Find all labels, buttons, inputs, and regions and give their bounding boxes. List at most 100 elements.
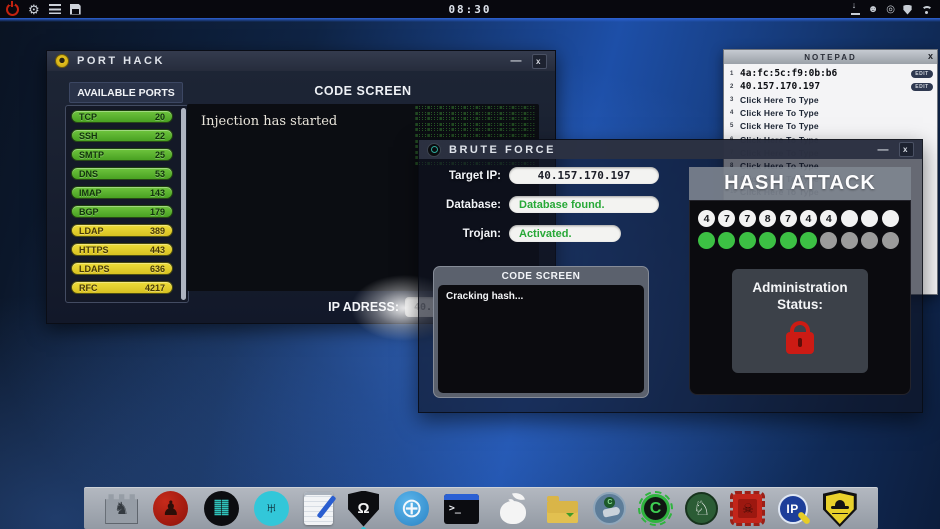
brute-force-fields: Target IP:40.157.170.197Database:Databas… [419, 164, 719, 251]
code-screen-label: CODE SCREEN [187, 84, 539, 98]
hash-digit: 7 [739, 210, 756, 227]
brute-force-app-icon [427, 143, 441, 157]
hash-progress-dot [841, 232, 858, 249]
hash-progress-dot [800, 232, 817, 249]
edit-button[interactable]: EDIT [911, 70, 933, 78]
code-screen-text: Injection has started [201, 114, 337, 129]
notepad-row[interactable]: 3Click Here To Type [730, 93, 933, 106]
castle-app-icon[interactable] [105, 493, 138, 524]
apple-app-icon[interactable] [495, 490, 532, 527]
port-pill-ldaps[interactable]: LDAPS636 [71, 262, 173, 275]
system-top-bar: ⚙ 08:30 ☻ ◎ [0, 0, 940, 18]
port-hack-title-bar[interactable]: PORT HACK — x [47, 51, 555, 71]
edit-button[interactable]: EDIT [911, 83, 933, 91]
wifi-icon[interactable] [920, 5, 932, 15]
hash-attack-body: 4778744 Administration Status: [689, 200, 911, 395]
field-value: Database found. [509, 196, 659, 213]
hash-progress-dot [882, 232, 899, 249]
status-circle-icon[interactable]: ◎ [886, 5, 895, 15]
port-hack-minimize-button[interactable]: — [511, 55, 525, 67]
notepad-row[interactable]: 14a:fc:5c:f9:0b:b6EDIT [730, 67, 933, 80]
notepad-title: NOTEPAD [724, 53, 937, 62]
hash-progress-dot [780, 232, 797, 249]
field-value: Activated. [509, 225, 621, 242]
notepad-row[interactable]: 4Click Here To Type [730, 107, 933, 120]
malware-chip-app-icon[interactable] [733, 494, 762, 523]
available-ports-header: AVAILABLE PORTS [69, 82, 183, 103]
hash-digit [861, 210, 878, 227]
crypto-app-icon[interactable] [641, 494, 670, 523]
hash-attack-panel: HASH ATTACK 4778744 Administration Statu… [689, 167, 911, 395]
notepad-row[interactable]: 5Click Here To Type [730, 120, 933, 133]
user-icon[interactable]: ☻ [868, 5, 879, 15]
hash-progress-dot [820, 232, 837, 249]
wallpaper-highlight [0, 18, 940, 22]
red-figure-app-icon[interactable] [153, 491, 188, 526]
notes-app-icon[interactable] [304, 492, 333, 525]
brute-force-close-button[interactable]: x [899, 142, 914, 157]
notepad-row[interactable]: 240.157.170.197EDIT [730, 80, 933, 93]
hash-digit: 7 [718, 210, 735, 227]
port-pill-smtp[interactable]: SMTP25 [71, 148, 173, 161]
field-value: 40.157.170.197 [509, 167, 659, 184]
code-screen: Cracking hash... [438, 285, 644, 393]
hash-progress-dot [718, 232, 735, 249]
hash-progress-dot [739, 232, 756, 249]
shield-icon[interactable] [903, 5, 912, 15]
field-label: Target IP: [341, 170, 501, 182]
brute-force-minimize-button[interactable]: — [878, 144, 892, 156]
brute-force-title-bar[interactable]: BRUTE FORCE — x [419, 140, 922, 159]
brute-force-title: BRUTE FORCE [449, 144, 556, 156]
hash-digit [841, 210, 858, 227]
hash-progress-dot [861, 232, 878, 249]
owl-shield-app-icon[interactable] [348, 491, 379, 527]
port-pill-imap[interactable]: IMAP143 [71, 186, 173, 199]
ports-scrollbar[interactable] [181, 108, 186, 300]
hash-digit: 7 [780, 210, 797, 227]
port-pill-tcp[interactable]: TCP20 [71, 110, 173, 123]
ports-list: TCP20 SSH22 SMTP25 DNS53 IMAP143 BGP179 LDAP38… [65, 105, 189, 303]
port-pill-dns[interactable]: DNS53 [71, 167, 173, 180]
field-label: Trojan: [341, 228, 501, 240]
admin-status-box: Administration Status: [732, 269, 868, 373]
hash-digit: 4 [800, 210, 817, 227]
brute-force-code-panel: CODE SCREEN Cracking hash... [433, 266, 649, 398]
signal-app-icon[interactable] [254, 491, 289, 526]
files-app-icon[interactable] [547, 501, 578, 523]
field-label: Database: [341, 199, 501, 211]
download-icon[interactable] [851, 4, 860, 15]
hash-progress-dot [698, 232, 715, 249]
trojan-app-icon[interactable] [685, 492, 718, 525]
port-pill-ldap[interactable]: LDAP389 [71, 224, 173, 237]
terminal-app-icon[interactable] [444, 494, 479, 524]
code-screen-label: CODE SCREEN [436, 269, 646, 284]
port-pill-bgp[interactable]: BGP179 [71, 205, 173, 218]
ip-address-label: IP ADRESS: [328, 300, 399, 314]
coin-hand-app-icon[interactable] [593, 492, 626, 525]
hash-digit [882, 210, 899, 227]
hacker-shield-app-icon[interactable] [823, 490, 857, 527]
admin-status-label: Administration Status: [752, 280, 847, 312]
notepad-close-button[interactable]: x [928, 51, 933, 61]
dock [84, 487, 878, 529]
port-pill-https[interactable]: HTTPS443 [71, 243, 173, 256]
hash-digit: 8 [759, 210, 776, 227]
brute-force-window: BRUTE FORCE — x Target IP:40.157.170.197… [418, 139, 923, 413]
port-pill-ssh[interactable]: SSH22 [71, 129, 173, 142]
hash-progress-dot [759, 232, 776, 249]
port-hack-close-button[interactable]: x [532, 54, 547, 69]
notepad-title-bar[interactable]: NOTEPAD x [724, 50, 937, 64]
hash-progress-row [698, 232, 899, 249]
port-pill-rfc[interactable]: RFC4217 [71, 281, 173, 294]
hash-attack-title: HASH ATTACK [689, 167, 911, 200]
ip-lookup-app-icon[interactable] [778, 494, 808, 524]
desktop: ⚙ 08:30 ☻ ◎ NOTEPAD x 14a:fc:5c:f9:0b:b6… [0, 0, 940, 529]
hash-digit: 4 [698, 210, 715, 227]
browser-app-icon[interactable] [394, 491, 429, 526]
hash-digit: 4 [820, 210, 837, 227]
locked-padlock-icon [786, 332, 814, 354]
port-hack-app-icon [55, 54, 69, 68]
port-hack-title: PORT HACK [77, 55, 165, 67]
hash-digits-row: 4778744 [698, 210, 899, 227]
kanji-app-icon[interactable] [204, 491, 239, 526]
